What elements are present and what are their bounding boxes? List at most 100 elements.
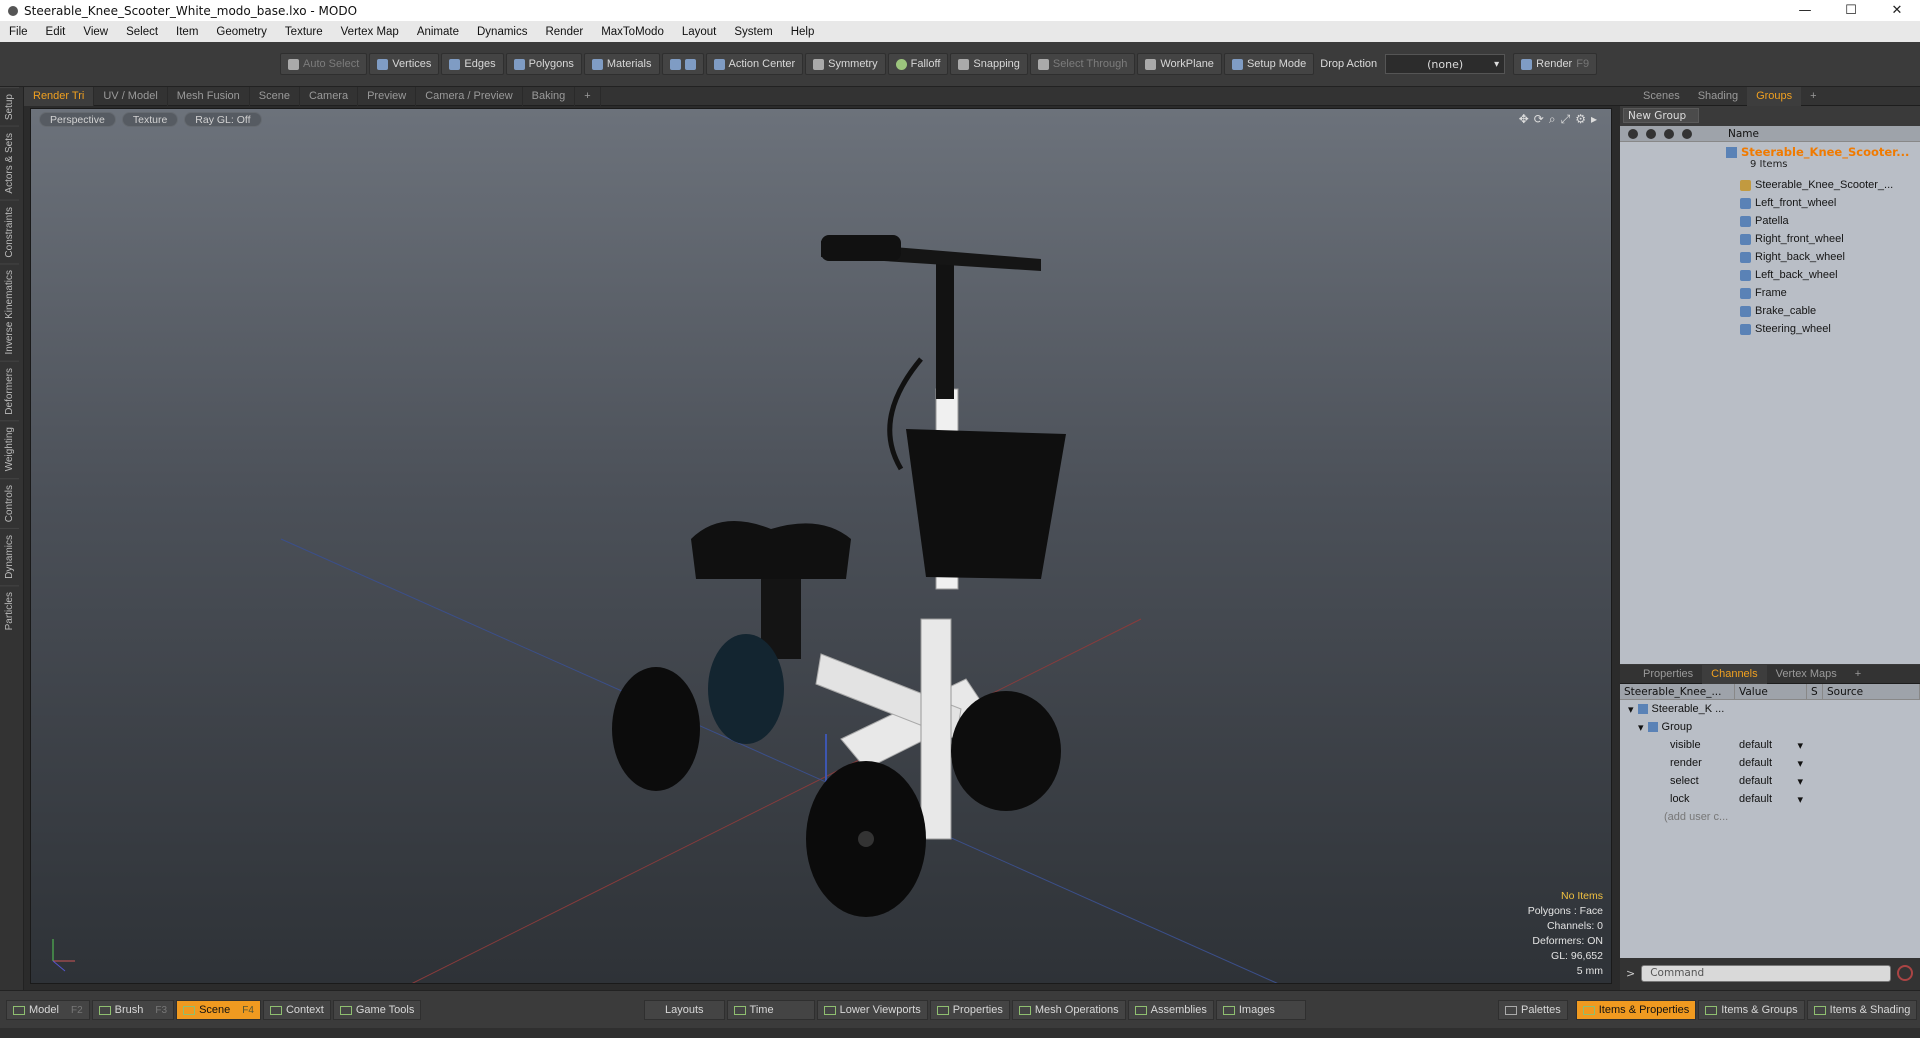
tab-vertex-maps[interactable]: Vertex Maps (1767, 665, 1846, 684)
palettes-button[interactable]: Palettes (1498, 1000, 1568, 1020)
add-user-channel-row[interactable]: (add user c... (1620, 808, 1920, 826)
tab-baking[interactable]: Baking (523, 86, 576, 106)
channel-tree-group[interactable]: ▾ Group (1620, 718, 1920, 736)
close-icon[interactable]: ✕ (1874, 0, 1920, 21)
vertices-button[interactable]: Vertices (369, 53, 440, 75)
list-item[interactable]: Right_back_wheel (1620, 248, 1920, 266)
list-item[interactable]: Left_back_wheel (1620, 266, 1920, 284)
tab-groups[interactable]: Groups (1747, 86, 1802, 106)
channel-row[interactable]: render default ▾ (1620, 754, 1920, 772)
record-macro-icon[interactable] (1897, 965, 1914, 981)
tab-preview[interactable]: Preview (358, 86, 417, 106)
time-button[interactable]: Time (726, 1000, 815, 1020)
lower-viewports-button[interactable]: Lower Viewports (816, 1000, 928, 1020)
items-properties-button[interactable]: Items & Properties (1575, 1000, 1697, 1020)
snapping-button[interactable]: Snapping (950, 53, 1028, 75)
auto-select-button[interactable]: Auto Select (280, 53, 368, 75)
list-item[interactable]: Patella (1620, 212, 1920, 230)
fit-icon[interactable]: ⤢ (1561, 112, 1571, 127)
channel-row[interactable]: lock default ▾ (1620, 790, 1920, 808)
tab-camera[interactable]: Camera (300, 86, 359, 106)
menu-item[interactable]: Item (167, 26, 207, 38)
shading-mode-button[interactable]: Texture (121, 112, 179, 127)
tree-expand-icon[interactable]: ▾ (1620, 703, 1634, 716)
list-item[interactable]: Steering_wheel (1620, 320, 1920, 338)
maximize-icon[interactable]: ☐ (1828, 0, 1874, 21)
tab-setup[interactable]: Setup (0, 87, 19, 127)
tab-mesh-fusion[interactable]: Mesh Fusion (168, 86, 250, 106)
3d-viewport[interactable]: Perspective Texture Ray GL: Off ✥ ⟳ ⌕ ⤢ … (30, 108, 1612, 984)
tab-scenes[interactable]: Scenes (1634, 87, 1689, 106)
menu-animate[interactable]: Animate (408, 26, 468, 38)
list-item[interactable]: Brake_cable (1620, 302, 1920, 320)
tree-expand-icon[interactable]: ▾ (1620, 721, 1644, 734)
properties-button[interactable]: Properties (929, 1000, 1010, 1020)
menu-file[interactable]: File (0, 26, 37, 38)
tab-deformers[interactable]: Deformers (0, 360, 19, 421)
menu-texture[interactable]: Texture (276, 26, 332, 38)
menu-geometry[interactable]: Geometry (207, 26, 276, 38)
zoom-icon[interactable]: ⌕ (1549, 112, 1556, 127)
menu-render[interactable]: Render (536, 26, 592, 38)
tab-render-tri[interactable]: Render Tri (24, 86, 95, 106)
list-item[interactable]: Left_front_wheel (1620, 194, 1920, 212)
tab-constraints[interactable]: Constraints (0, 199, 19, 264)
add-tab-button[interactable]: + (575, 86, 601, 106)
menu-system[interactable]: System (725, 26, 781, 38)
menu-maxtomodo[interactable]: MaxToModo (592, 26, 673, 38)
falloff-button[interactable]: Falloff (887, 53, 949, 75)
edges-button[interactable]: Edges (441, 53, 504, 75)
pan-icon[interactable]: ✥ (1519, 112, 1529, 127)
menu-select[interactable]: Select (117, 26, 167, 38)
menu-view[interactable]: View (74, 26, 117, 38)
menu-edit[interactable]: Edit (37, 26, 75, 38)
tab-shading[interactable]: Shading (1689, 87, 1747, 106)
symmetry-button[interactable]: Symmetry (805, 53, 886, 75)
context-layout-button[interactable]: Context (262, 1000, 331, 1020)
tab-properties[interactable]: Properties (1634, 665, 1702, 684)
menu-vertex-map[interactable]: Vertex Map (332, 26, 408, 38)
tab-particles[interactable]: Particles (0, 584, 19, 637)
render-column-icon[interactable] (1646, 128, 1656, 139)
new-group-button[interactable]: New Group (1623, 108, 1699, 123)
menu-layout[interactable]: Layout (673, 26, 726, 38)
tab-controls[interactable]: Controls (0, 477, 19, 529)
layouts-button[interactable]: Layouts (644, 1000, 725, 1020)
materials-button[interactable]: Materials (583, 53, 660, 75)
select-through-button[interactable]: Select Through (1029, 53, 1136, 75)
game-tools-layout-button[interactable]: Game Tools (332, 1000, 422, 1020)
tab-actors-sets[interactable]: Actors & Sets (0, 126, 19, 200)
tab-dynamics[interactable]: Dynamics (0, 528, 19, 585)
view-mode-button[interactable]: Perspective (39, 112, 116, 127)
tab-scene[interactable]: Scene (250, 86, 300, 106)
list-item[interactable]: Frame (1620, 284, 1920, 302)
lock-column-icon[interactable] (1682, 128, 1692, 139)
rotate-icon[interactable]: ⟳ (1534, 112, 1544, 127)
viewport-settings-icon[interactable]: ⚙ (1575, 112, 1586, 127)
raygl-button[interactable]: Ray GL: Off (184, 112, 262, 127)
list-item[interactable]: Steerable_Knee_Scooter_... (1620, 176, 1920, 194)
add-panel-tab-button[interactable]: + (1801, 87, 1825, 106)
workplane-button[interactable]: WorkPlane (1137, 53, 1222, 75)
select-column-icon[interactable] (1664, 128, 1674, 139)
render-button[interactable]: Render F9 (1513, 53, 1598, 75)
items-groups-button[interactable]: Items & Groups (1698, 1000, 1805, 1020)
group-root-row[interactable]: Steerable_Knee_Scooter... 9 Items (1620, 142, 1920, 176)
tab-channels[interactable]: Channels (1702, 664, 1767, 684)
tab-weighting[interactable]: Weighting (0, 420, 19, 478)
polygons-button[interactable]: Polygons (505, 53, 582, 75)
list-item[interactable]: Right_front_wheel (1620, 230, 1920, 248)
channel-tree-root[interactable]: ▾ Steerable_K ... (1620, 700, 1920, 718)
setup-mode-button[interactable]: Setup Mode (1223, 53, 1315, 75)
model-layout-button[interactable]: Model F2 (6, 1000, 90, 1020)
add-channels-tab-button[interactable]: + (1846, 665, 1870, 684)
brush-layout-button[interactable]: Brush F3 (91, 1000, 175, 1020)
channel-row[interactable]: select default ▾ (1620, 772, 1920, 790)
tab-camera-preview[interactable]: Camera / Preview (416, 86, 523, 106)
action-center-button[interactable]: Action Center (705, 53, 804, 75)
tab-inverse-kinematics[interactable]: Inverse Kinematics (0, 263, 19, 361)
select-mode-icons[interactable] (661, 53, 704, 75)
channel-row[interactable]: visible default ▾ (1620, 736, 1920, 754)
viewport-menu-icon[interactable]: ▸ (1591, 112, 1597, 127)
tab-uv-model[interactable]: UV / Model (94, 86, 168, 106)
